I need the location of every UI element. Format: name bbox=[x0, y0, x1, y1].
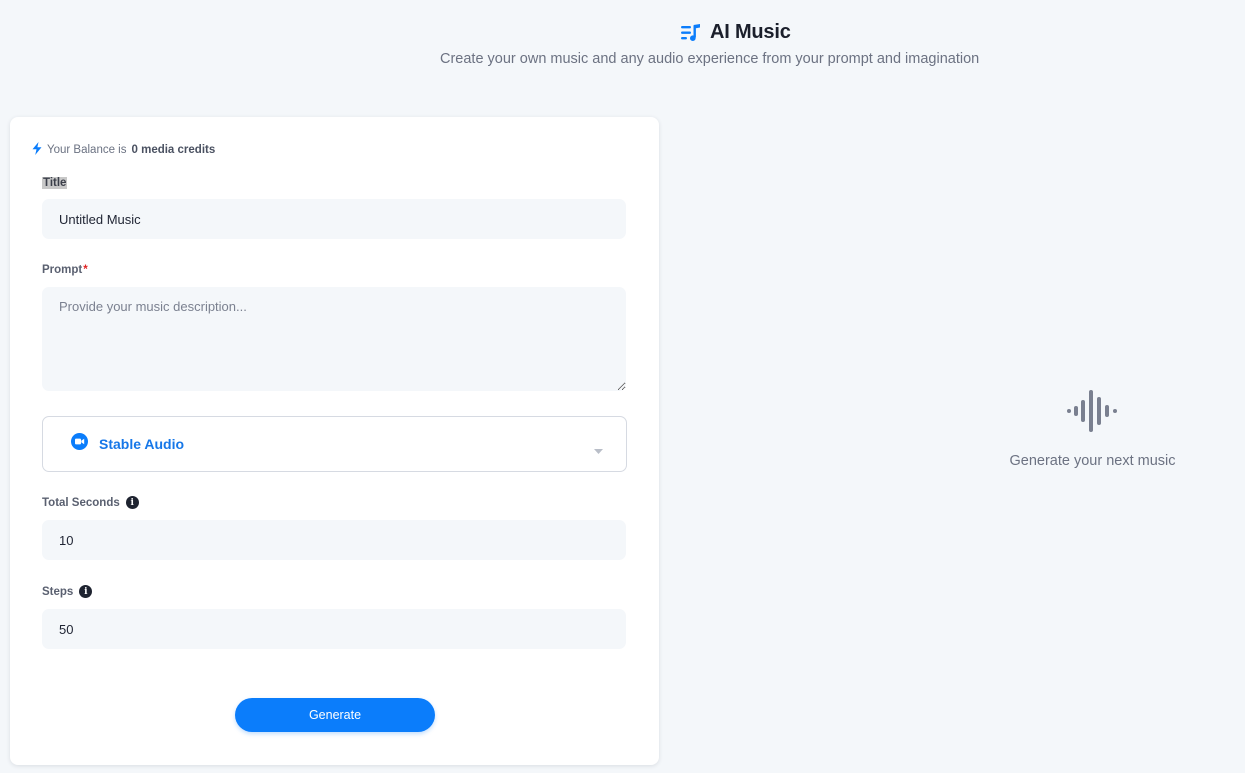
total-seconds-label-text: Total Seconds bbox=[42, 496, 120, 509]
prompt-label-text: Prompt bbox=[42, 264, 83, 276]
prompt-textarea[interactable] bbox=[42, 287, 626, 391]
page-header: AI Music Create your own music and any a… bbox=[0, 0, 1245, 100]
preview-empty-text: Generate your next music bbox=[1009, 453, 1176, 469]
title-label: Title bbox=[42, 177, 68, 189]
balance-value: 0 media credits bbox=[131, 144, 216, 156]
title-row: AI Music bbox=[680, 21, 791, 44]
lightning-icon bbox=[32, 142, 42, 158]
page-subtitle: Create your own music and any audio expe… bbox=[440, 51, 980, 67]
info-icon[interactable]: i bbox=[125, 496, 139, 509]
music-form-card: Your Balance is 0 media credits Title Pr… bbox=[10, 117, 659, 765]
title-input[interactable] bbox=[42, 199, 626, 239]
balance-info: Your Balance is 0 media credits bbox=[32, 142, 215, 158]
chevron-down-icon bbox=[594, 441, 603, 459]
page-title: AI Music bbox=[710, 21, 791, 43]
music-list-icon bbox=[680, 23, 702, 43]
model-select-value: Stable Audio bbox=[99, 436, 185, 452]
prompt-label: Prompt* bbox=[42, 264, 88, 276]
steps-label: Steps i bbox=[42, 585, 93, 598]
model-select[interactable]: Stable Audio bbox=[42, 416, 627, 472]
info-icon[interactable]: i bbox=[79, 585, 93, 598]
title-label-text: Title bbox=[42, 177, 68, 189]
total-seconds-label: Total Seconds i bbox=[42, 496, 139, 509]
required-marker: * bbox=[83, 264, 88, 276]
steps-input[interactable] bbox=[42, 609, 626, 649]
generate-button[interactable]: Generate bbox=[235, 698, 435, 732]
video-camera-icon bbox=[71, 433, 88, 455]
total-seconds-input[interactable] bbox=[42, 520, 626, 560]
steps-label-text: Steps bbox=[42, 585, 74, 598]
audio-waveform-icon bbox=[1066, 390, 1119, 437]
preview-empty-state: Generate your next music bbox=[990, 390, 1195, 469]
balance-prefix: Your Balance is bbox=[47, 144, 127, 156]
